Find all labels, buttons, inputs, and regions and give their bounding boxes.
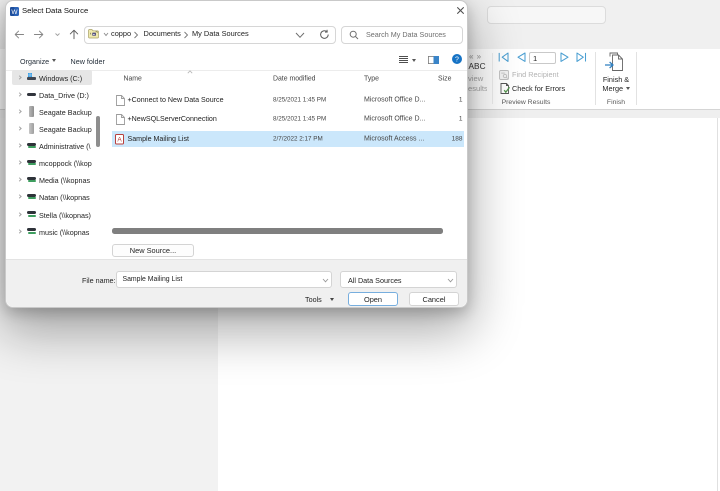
svg-text:A: A [117,136,122,143]
svg-text:?: ? [455,57,459,64]
svg-text:W: W [11,9,18,16]
